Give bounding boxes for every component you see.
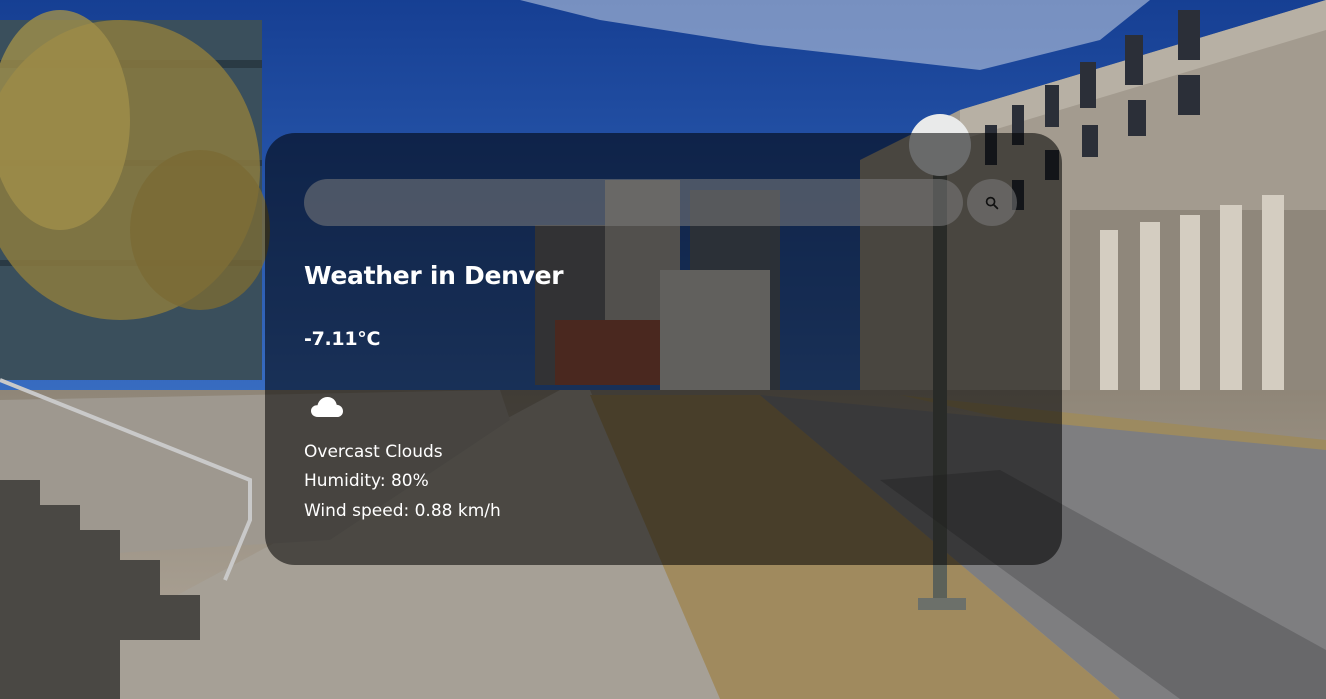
search-bar xyxy=(304,179,1017,226)
city-title: Weather in Denver xyxy=(304,261,564,290)
search-icon xyxy=(985,196,999,209)
cloud-icon xyxy=(311,397,343,417)
weather-description: Overcast Clouds xyxy=(304,442,443,462)
temperature: -7.11°C xyxy=(304,328,381,350)
humidity: Humidity: 80% xyxy=(304,471,429,491)
search-input[interactable] xyxy=(304,179,963,226)
search-button[interactable] xyxy=(967,179,1017,226)
weather-card: Weather in Denver -7.11°C Overcast Cloud… xyxy=(265,133,1062,565)
wind-speed: Wind speed: 0.88 km/h xyxy=(304,501,501,521)
weather-app: Weather in Denver -7.11°C Overcast Cloud… xyxy=(0,0,1326,699)
